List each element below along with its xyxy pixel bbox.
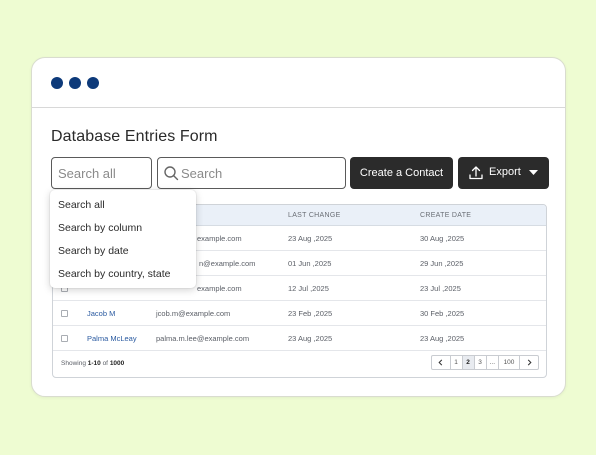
row-create-date: 29 Jun ,2025 <box>420 259 464 268</box>
dropdown-option-search-by-country[interactable]: Search by country, state <box>58 268 170 280</box>
showing-total: 1000 <box>109 360 125 367</box>
window-titlebar <box>32 58 565 108</box>
page-ellipsis: ... <box>485 355 499 370</box>
showing-of: of <box>100 360 110 367</box>
showing-count: Showing 1-10 of 1000 <box>61 360 124 367</box>
row-checkbox[interactable] <box>61 310 68 317</box>
row-last-change: 23 Aug ,2025 <box>288 234 333 243</box>
showing-range: 1-10 <box>87 360 101 367</box>
search-icon <box>164 166 179 181</box>
chevron-right-icon <box>527 359 532 366</box>
search-input[interactable] <box>181 158 341 188</box>
search-mode-select[interactable]: Search all <box>51 157 152 189</box>
row-last-change: 12 Jul ,2025 <box>288 284 329 293</box>
window-dot-3[interactable] <box>87 77 99 89</box>
header-create-date[interactable]: CREATE DATE <box>420 212 471 219</box>
row-create-date: 23 Jul ,2025 <box>420 284 461 293</box>
row-last-change: 23 Feb ,2025 <box>288 309 333 318</box>
row-email: example.com <box>197 284 242 293</box>
prev-page-button[interactable] <box>430 355 451 370</box>
row-last-change: 01 Jun ,2025 <box>288 259 332 268</box>
row-email: palma.m.lee@example.com <box>156 334 250 343</box>
search-mode-dropdown: Search all Search by column Search by da… <box>50 190 196 288</box>
dropdown-option-search-by-column[interactable]: Search by column <box>58 222 142 234</box>
pagination: 1 2 3 ... 100 <box>430 355 539 370</box>
search-box[interactable] <box>157 157 346 189</box>
page-button-100[interactable]: 100 <box>498 355 520 370</box>
page-title: Database Entries Form <box>51 128 218 145</box>
row-create-date: 30 Aug ,2025 <box>420 234 465 243</box>
table-row[interactable]: Jacob M jcob.m@example.com 23 Feb ,2025 … <box>53 301 546 326</box>
create-contact-button[interactable]: Create a Contact <box>350 157 453 189</box>
row-name-link[interactable]: Jacob M <box>87 309 115 318</box>
export-label: Export <box>489 166 521 178</box>
table-row[interactable]: Palma McLeay palma.m.lee@example.com 23 … <box>53 326 546 351</box>
chevron-left-icon <box>438 359 443 366</box>
window-dot-1[interactable] <box>51 77 63 89</box>
row-email: example.com <box>197 234 242 243</box>
row-last-change: 23 Aug ,2025 <box>288 334 333 343</box>
row-create-date: 23 Aug ,2025 <box>420 334 465 343</box>
export-button[interactable]: Export <box>458 157 549 189</box>
showing-prefix: Showing <box>61 360 88 367</box>
dropdown-option-search-all[interactable]: Search all <box>58 199 105 211</box>
row-email: n@example.com <box>199 259 256 268</box>
dropdown-option-search-by-date[interactable]: Search by date <box>58 245 129 257</box>
header-last-change[interactable]: LAST CHANGE <box>288 212 341 219</box>
next-page-button[interactable] <box>519 355 539 370</box>
row-email: jcob.m@example.com <box>156 309 231 318</box>
row-name-link[interactable]: Palma McLeay <box>87 334 137 343</box>
window-dot-2[interactable] <box>69 77 81 89</box>
row-create-date: 30 Feb ,2025 <box>420 309 465 318</box>
upload-icon <box>469 166 483 180</box>
caret-down-icon <box>529 170 538 175</box>
row-checkbox[interactable] <box>61 335 68 342</box>
